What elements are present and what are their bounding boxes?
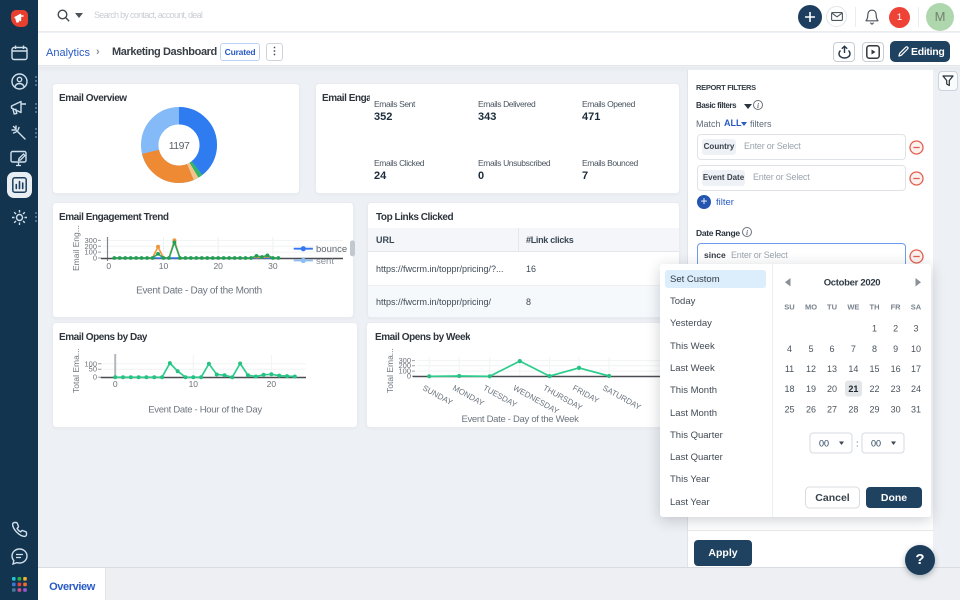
svg-text:Total Ema...: Total Ema...: [385, 348, 395, 393]
svg-text:TH: TH: [870, 303, 880, 312]
svg-text:17: 17: [911, 364, 921, 374]
svg-text:20: 20: [267, 379, 277, 389]
svg-text:20: 20: [827, 384, 837, 394]
svg-text:Event Date - Day of the Week: Event Date - Day of the Week: [461, 414, 579, 425]
svg-text::: :: [856, 439, 859, 449]
svg-text:5: 5: [808, 344, 813, 354]
svg-text:bounce: bounce: [316, 244, 347, 255]
svg-text:22: 22: [869, 384, 879, 394]
svg-text:Event Date - Hour of the Day: Event Date - Hour of the Day: [148, 405, 262, 416]
svg-text:Cancel: Cancel: [815, 492, 850, 504]
svg-text:WE: WE: [847, 303, 859, 312]
svg-text:11: 11: [785, 364, 794, 374]
svg-text:4: 4: [787, 344, 792, 354]
svg-text:sent: sent: [316, 256, 334, 267]
svg-text:FR: FR: [891, 303, 902, 312]
svg-text:21: 21: [848, 384, 858, 394]
svg-text:1: 1: [872, 324, 877, 334]
svg-text:8: 8: [872, 344, 877, 354]
svg-text:0: 0: [407, 372, 411, 381]
svg-text:00: 00: [871, 439, 881, 449]
svg-text:20: 20: [213, 261, 223, 271]
svg-text:0: 0: [93, 373, 97, 382]
svg-text:15: 15: [869, 364, 879, 374]
svg-text:0: 0: [113, 379, 118, 389]
svg-text:10: 10: [159, 261, 169, 271]
svg-text:29: 29: [869, 404, 879, 414]
svg-text:14: 14: [848, 364, 858, 374]
svg-text:6: 6: [829, 344, 834, 354]
svg-text:16: 16: [891, 364, 901, 374]
svg-text:24: 24: [911, 384, 921, 394]
svg-text:Done: Done: [881, 492, 907, 504]
svg-text:19: 19: [806, 384, 816, 394]
svg-text:TU: TU: [827, 303, 837, 312]
svg-text:25: 25: [784, 404, 794, 414]
svg-text:23: 23: [891, 384, 901, 394]
svg-text:October 2020: October 2020: [824, 278, 881, 289]
svg-text:10: 10: [911, 344, 921, 354]
svg-text:SUNDAY: SUNDAY: [421, 383, 455, 407]
svg-text:MONDAY: MONDAY: [451, 383, 486, 408]
svg-text:Email Eng...: Email Eng...: [71, 225, 81, 271]
svg-text:7: 7: [851, 344, 856, 354]
svg-text:18: 18: [784, 384, 794, 394]
svg-text:SATURDAY: SATURDAY: [601, 383, 643, 412]
svg-text:3: 3: [913, 324, 918, 334]
svg-text:30: 30: [891, 404, 901, 414]
svg-text:27: 27: [827, 404, 837, 414]
svg-text:12: 12: [806, 364, 816, 374]
svg-text:10: 10: [189, 379, 199, 389]
svg-text:SU: SU: [784, 303, 794, 312]
svg-text:1197: 1197: [169, 140, 190, 152]
svg-text:28: 28: [848, 404, 858, 414]
svg-text:26: 26: [806, 404, 816, 414]
svg-text:00: 00: [819, 439, 829, 449]
svg-text:MO: MO: [805, 303, 817, 312]
svg-text:0: 0: [93, 253, 97, 262]
svg-text:Total Ema...: Total Ema...: [71, 348, 81, 393]
svg-text:SA: SA: [911, 303, 922, 312]
svg-text:30: 30: [268, 261, 278, 271]
svg-text:2: 2: [893, 324, 898, 334]
svg-text:0: 0: [106, 261, 111, 271]
svg-text:31: 31: [911, 404, 921, 414]
svg-text:13: 13: [827, 364, 837, 374]
svg-text:Event Date - Day of the Month: Event Date - Day of the Month: [136, 286, 262, 297]
svg-text:9: 9: [893, 344, 898, 354]
